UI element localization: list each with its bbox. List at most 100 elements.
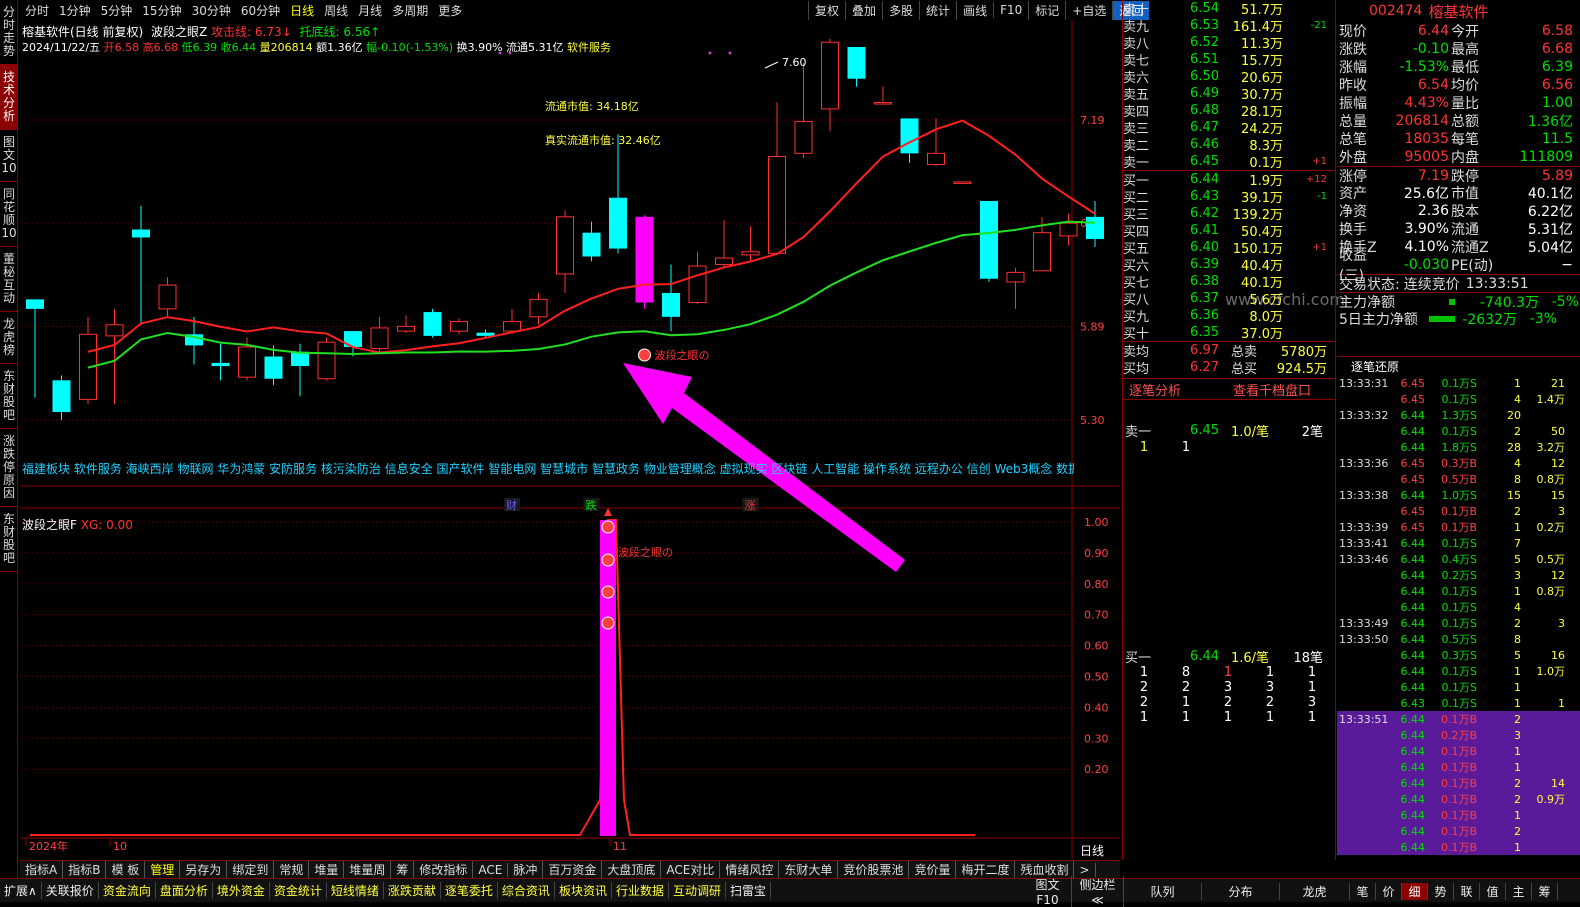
buys-row[interactable]: 买十 6.35 37.0万 — [1123, 324, 1335, 342]
bottom-tab-6[interactable]: 短线情绪 — [327, 882, 384, 899]
tick-row[interactable]: 6.45 0.5万B 8 0.8万 — [1337, 471, 1580, 487]
bottom-tab-3[interactable]: 盘面分析 — [156, 882, 213, 899]
tick-row[interactable]: 6.45 0.1万S 4 1.4万 — [1337, 391, 1580, 407]
tick-row[interactable]: 6.44 0.1万S 2 50 — [1337, 423, 1580, 439]
tick-row[interactable]: 6.44 0.1万S 1 — [1337, 679, 1580, 695]
buys-row[interactable]: 买二 6.43 39.1万 -1 — [1123, 188, 1335, 206]
sells-row[interactable]: 卖六 6.50 20.6万 — [1123, 68, 1335, 86]
bottom-tab-7[interactable]: 涨跌贡献 — [384, 882, 441, 899]
tick-row[interactable]: 6.44 0.1万B 1 — [1337, 839, 1580, 855]
toolbar-btn-3[interactable]: 统计 — [919, 0, 956, 20]
period-tab-7[interactable]: 周线 — [319, 2, 353, 19]
toolbar-btn-0[interactable]: 复权 — [808, 0, 845, 20]
period-tab-4[interactable]: 30分钟 — [187, 2, 236, 19]
concept-list[interactable]: 福建板块 软件服务 海峡西岸 物联网 华为鸿蒙 安防服务 核污染防治 信息安全 … — [22, 460, 1074, 477]
buys-row[interactable]: 买五 6.40 150.1万 +1 — [1123, 239, 1335, 257]
depth-tab[interactable]: 查看千档盘口 — [1233, 380, 1311, 399]
ind-tab-17[interactable]: 东财大单 — [779, 861, 839, 878]
ind-tab-10[interactable]: 修改指标 — [414, 861, 474, 878]
tick-row[interactable]: 13:33:38 6.44 1.0万S 15 15 — [1337, 487, 1580, 503]
right-tab-8[interactable]: 势 — [1428, 882, 1454, 900]
right-tab-2[interactable]: 队列 — [1124, 882, 1202, 900]
right-tab-9[interactable]: 联 — [1454, 882, 1480, 900]
ind-tab-1[interactable]: 指标B — [63, 861, 107, 878]
tick-list[interactable]: 逐笔还原 13:33:31 6.45 0.1万S 1 21 6.45 0.1万S 4 1.4万 13… — [1337, 356, 1580, 860]
buys-row[interactable]: 买八 6.37 5.6万 — [1123, 290, 1335, 308]
tick-row[interactable]: 13:33:51 6.44 0.1万B 2 — [1337, 711, 1580, 727]
side-tab-2[interactable]: 图文10 — [0, 130, 18, 182]
ind-tab-18[interactable]: 竞价股票池 — [838, 861, 910, 878]
toolbar-btn-2[interactable]: 多股 — [882, 0, 919, 20]
bottom-tab-8[interactable]: 逐笔委托 — [441, 882, 498, 899]
right-tab-7[interactable]: 细 — [1402, 882, 1428, 900]
toolbar-btn-7[interactable]: +自选 — [1065, 0, 1112, 20]
ind-tab-16[interactable]: 情绪风控 — [720, 861, 780, 878]
period-tab-8[interactable]: 月线 — [353, 2, 387, 19]
tick-row[interactable]: 13:33:49 6.44 0.1万S 2 3 — [1337, 615, 1580, 631]
period-tab-5[interactable]: 60分钟 — [236, 2, 285, 19]
bottom-tab-10[interactable]: 板块资讯 — [555, 882, 612, 899]
period-tab-1[interactable]: 1分钟 — [54, 2, 96, 19]
toolbar-btn-4[interactable]: 画线 — [956, 0, 993, 20]
toolbar-btn-5[interactable]: F10 — [993, 2, 1028, 18]
tick-row[interactable]: 13:33:32 6.44 1.3万S 20 — [1337, 407, 1580, 423]
tick-row[interactable]: 6.44 0.1万S 4 — [1337, 599, 1580, 615]
period-tab-6[interactable]: 日线 — [285, 2, 319, 19]
period-tab-10[interactable]: 更多 — [433, 2, 467, 19]
period-tab-9[interactable]: 多周期 — [387, 2, 433, 19]
bottom-tab-11[interactable]: 行业数据 — [612, 882, 669, 899]
sells-row[interactable]: 卖二 6.46 8.3万 — [1123, 136, 1335, 154]
sells-row[interactable]: 卖四 6.48 28.1万 — [1123, 102, 1335, 120]
bottom-tab-2[interactable]: 资金流向 — [99, 882, 156, 899]
tick-row[interactable]: 13:33:41 6.44 0.1万S 7 — [1337, 535, 1580, 551]
right-tab-11[interactable]: 主 — [1506, 882, 1532, 900]
sells-row[interactable]: 卖七 6.51 15.7万 — [1123, 51, 1335, 69]
toolbar-btn-6[interactable]: 标记 — [1028, 0, 1065, 20]
bottom-tab-12[interactable]: 互动调研 — [669, 882, 726, 899]
right-tab-3[interactable]: 分布 — [1202, 882, 1280, 900]
tick-row[interactable]: 6.44 0.1万B 1 — [1337, 759, 1580, 775]
right-tab-6[interactable]: 价 — [1376, 882, 1402, 900]
toolbar-btn-1[interactable]: 叠加 — [845, 0, 882, 20]
period-tab-2[interactable]: 5分钟 — [96, 2, 138, 19]
ind-tab-15[interactable]: ACE对比 — [661, 861, 721, 878]
sells-row[interactable]: 卖三 6.47 24.2万 — [1123, 119, 1335, 137]
period-tab-0[interactable]: 分时 — [20, 2, 54, 19]
buys-row[interactable]: 买三 6.42 139.2万 — [1123, 205, 1335, 223]
ind-tab-20[interactable]: 梅开二度 — [956, 861, 1016, 878]
ind-tab-6[interactable]: 常规 — [274, 861, 310, 878]
kline-chart[interactable]: 榕基软件(日线 前复权) 波段之眼Z 攻击线: 6.73↓ 托底线: 6.56↑… — [20, 20, 1345, 860]
tick-row[interactable]: 6.43 0.1万S 1 1 — [1337, 695, 1580, 711]
tick-row[interactable]: 13:33:31 6.45 0.1万S 1 21 — [1337, 375, 1580, 391]
right-tab-4[interactable]: 龙虎 — [1280, 882, 1350, 900]
period-tab-3[interactable]: 15分钟 — [137, 2, 186, 19]
tick-row[interactable]: 6.44 0.2万S 3 12 — [1337, 567, 1580, 583]
ind-tab-12[interactable]: 脉冲 — [508, 861, 544, 878]
side-tab-6[interactable]: 东财股吧 — [0, 364, 18, 429]
ind-tab-19[interactable]: 竞价量 — [909, 861, 957, 878]
ind-tab-5[interactable]: 绑定到 — [227, 861, 275, 878]
ind-tab-0[interactable]: 指标A — [20, 861, 64, 878]
sells-row[interactable]: 卖五 6.49 30.7万 — [1123, 85, 1335, 103]
buys-row[interactable]: 买七 6.38 40.1万 — [1123, 273, 1335, 291]
tick-row[interactable]: 6.44 0.1万S 1 1.0万 — [1337, 663, 1580, 679]
ind-tab-7[interactable]: 堆量 — [309, 861, 345, 878]
side-tab-4[interactable]: 董秘互动 — [0, 247, 18, 312]
right-tab-10[interactable]: 值 — [1480, 882, 1506, 900]
bottom-tab-13[interactable]: 扫雷宝 — [726, 882, 771, 899]
tick-row[interactable]: 6.44 1.8万S 28 3.2万 — [1337, 439, 1580, 455]
ind-tab-9[interactable]: 筹 — [391, 861, 415, 878]
side-tab-7[interactable]: 涨跌停原因 — [0, 429, 18, 507]
tick-row[interactable]: 13:33:39 6.45 0.1万B 1 0.2万 — [1337, 519, 1580, 535]
bottom-tab-1[interactable]: 关联报价 — [42, 882, 99, 899]
right-tab-5[interactable]: 笔 — [1350, 882, 1376, 900]
sells-row[interactable]: 卖九 6.53 161.4万 -21 — [1123, 17, 1335, 35]
tick-analysis-tab[interactable]: 逐笔分析 — [1123, 380, 1233, 399]
tick-row[interactable]: 6.44 0.1万B 1 — [1337, 807, 1580, 823]
ind-tab-3[interactable]: 管理 — [145, 861, 181, 878]
sells-row[interactable]: 卖八 6.52 11.3万 — [1123, 34, 1335, 52]
side-tab-3[interactable]: 同花顺10 — [0, 182, 18, 247]
ind-tab-14[interactable]: 大盘顶底 — [602, 861, 662, 878]
ind-tab-13[interactable]: 百万资金 — [543, 861, 603, 878]
side-tab-5[interactable]: 龙虎榜 — [0, 312, 18, 364]
